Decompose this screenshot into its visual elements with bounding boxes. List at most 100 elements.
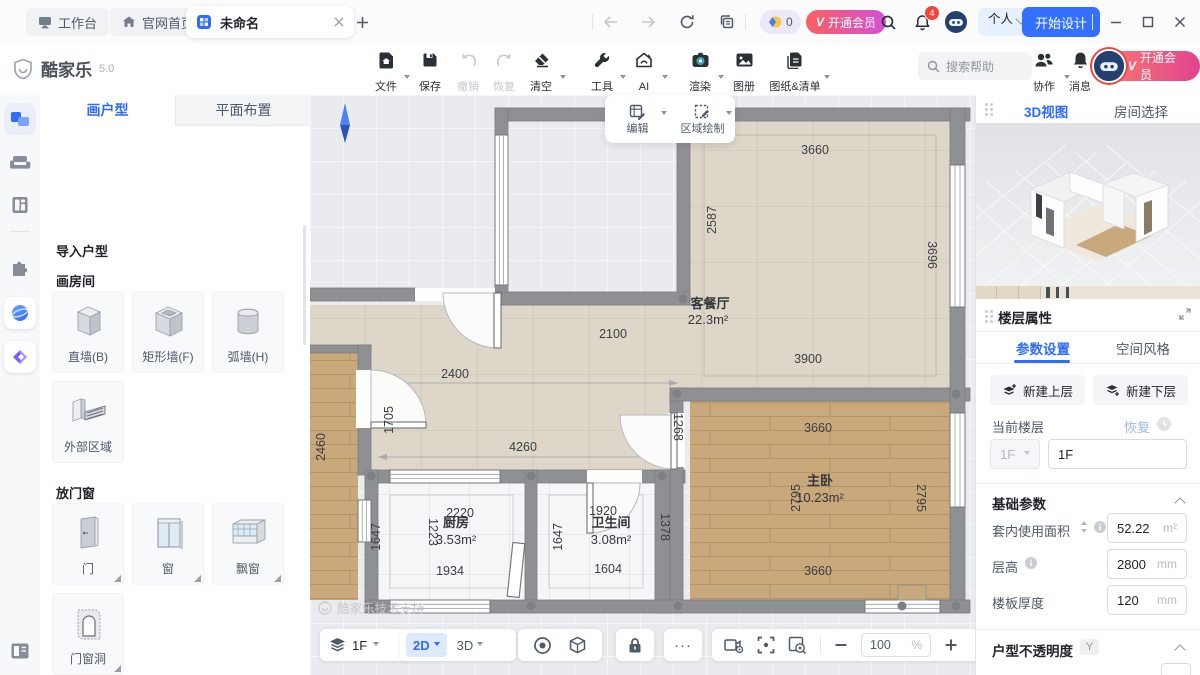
tool-card-outer-area[interactable]: 外部区域 xyxy=(52,381,124,463)
dim-label: 1268 xyxy=(671,413,685,441)
tool-card-opening[interactable]: 门窗洞 xyxy=(52,593,124,675)
room-label-living: 客餐厅 xyxy=(690,296,729,311)
floorplan-canvas[interactable]: 3660 2587 3696 3900 2100 2400 4260 2460 … xyxy=(310,95,975,675)
more-options-button[interactable]: ··· xyxy=(664,629,702,661)
tool-card-bay-window[interactable]: 飘窗 xyxy=(212,503,284,585)
rail-custom-cabinet-tool[interactable] xyxy=(4,189,36,221)
clear-button[interactable]: 清空 xyxy=(519,49,563,93)
refresh-icon[interactable] xyxy=(677,12,697,32)
zoom-level-input[interactable]: 100 % xyxy=(861,633,931,657)
close-tab-icon[interactable] xyxy=(334,17,344,27)
add-lower-floor-button[interactable]: 新建下层 xyxy=(1093,375,1188,405)
tool-card-window[interactable]: 窗 xyxy=(132,503,204,585)
drag-handle-icon[interactable] xyxy=(985,310,993,323)
sofa-icon xyxy=(9,153,31,173)
rail-furnish-tool[interactable] xyxy=(4,147,36,179)
user-avatar[interactable] xyxy=(1092,49,1126,83)
tool-card-straight-wall[interactable]: 直墙(B) xyxy=(52,291,124,373)
zoom-out-button[interactable] xyxy=(834,638,848,652)
render-button[interactable]: 渲染 xyxy=(678,49,722,93)
nav-forward-icon[interactable] xyxy=(638,12,658,32)
chevron-up-icon[interactable] xyxy=(1174,497,1185,508)
add-upper-floor-button[interactable]: 新建上层 xyxy=(990,375,1085,405)
edit-icon xyxy=(629,104,646,121)
mode-3d-button[interactable]: 3D xyxy=(457,638,484,653)
visibility-eye-button[interactable] xyxy=(533,636,552,655)
current-floor-label: 当前楼层 xyxy=(992,417,1044,436)
lock-button[interactable] xyxy=(616,629,654,661)
info-icon[interactable] xyxy=(1093,520,1107,534)
floor-height-input[interactable]: 2800 mm xyxy=(1107,549,1187,579)
minimize-button[interactable] xyxy=(1106,12,1126,32)
vip-member-label: 开通会员 xyxy=(1140,49,1188,83)
copy-page-icon[interactable] xyxy=(717,12,737,32)
search-icon[interactable] xyxy=(878,12,898,32)
section-import-floorplan[interactable]: 导入户型 xyxy=(56,241,108,260)
help-search-input[interactable]: 搜索帮助 xyxy=(918,52,1032,80)
drag-handle-icon[interactable] xyxy=(985,103,993,116)
blue-app-icon xyxy=(10,303,30,323)
floor-select-dropdown[interactable]: 1F xyxy=(990,439,1040,469)
tab-workbench[interactable]: 工作台 xyxy=(26,8,109,36)
history-clock-icon[interactable] xyxy=(1156,416,1172,432)
coin-balance[interactable]: 0 xyxy=(760,10,801,34)
mode-2d-button[interactable]: 2D xyxy=(406,633,447,657)
sort-updown-icon[interactable] xyxy=(1079,520,1089,534)
left-icon-rail xyxy=(0,95,41,675)
chevron-up-icon[interactable] xyxy=(1174,644,1185,655)
drawings-list-button[interactable]: 图纸&清单 xyxy=(762,49,828,93)
new-tab-button[interactable] xyxy=(352,12,372,32)
rail-app-purple[interactable] xyxy=(4,341,36,373)
nav-back-icon[interactable] xyxy=(601,12,621,32)
ai-menu-button[interactable]: AI xyxy=(622,49,666,93)
restore-link[interactable]: 恢复 xyxy=(1124,417,1150,436)
orbit-cube-button[interactable] xyxy=(568,636,587,655)
info-icon[interactable] xyxy=(1024,556,1038,570)
rail-panel-toggle[interactable] xyxy=(4,635,36,667)
tool-card-door[interactable]: 门 xyxy=(52,503,124,585)
tab-room-select[interactable]: 房间选择 xyxy=(1114,101,1168,121)
tab-3d-view[interactable]: 3D视图 xyxy=(1024,101,1068,121)
tool-card-arc-wall[interactable]: 弧墙(H) xyxy=(212,291,284,373)
tab-space-style[interactable]: 空间风格 xyxy=(1116,338,1170,358)
notification-bell-icon[interactable]: 4 xyxy=(912,12,932,32)
caret-icon xyxy=(661,111,667,118)
slab-thickness-input[interactable]: 120 mm xyxy=(1107,585,1187,615)
zoom-to-area-button[interactable] xyxy=(788,636,807,654)
tab-draw-floorplan[interactable]: 画户型 xyxy=(40,95,175,125)
profile-label: 个人 xyxy=(988,12,1013,26)
more-options-corner xyxy=(194,575,201,582)
floor-props-title: 楼层属性 xyxy=(998,307,1052,327)
close-button[interactable] xyxy=(1170,12,1190,32)
view-settings-button[interactable] xyxy=(724,637,744,654)
edit-mode-button[interactable]: 编辑 xyxy=(605,95,670,143)
tab-document-active[interactable]: 未命名 xyxy=(186,6,354,38)
region-draw-button[interactable]: 区域绘制 xyxy=(670,95,735,143)
panel-scrollbar[interactable] xyxy=(303,225,306,345)
expand-icon[interactable] xyxy=(1179,308,1191,320)
inner-area-input[interactable]: 52.22 m² xyxy=(1107,513,1187,543)
section-draw-room[interactable]: 画房间 xyxy=(56,271,95,290)
3d-preview-viewport[interactable] xyxy=(976,123,1200,286)
zoom-in-button[interactable] xyxy=(944,638,958,652)
assistant-avatar[interactable] xyxy=(944,10,968,34)
rail-app-blue[interactable] xyxy=(4,297,36,329)
center-focus-button[interactable] xyxy=(757,636,775,654)
start-design-button[interactable]: 开始设计 xyxy=(1022,7,1100,37)
album-icon xyxy=(735,51,754,69)
vip-upgrade-button[interactable]: V 开通会员 xyxy=(806,10,886,34)
dim-label: 1647 xyxy=(369,523,383,551)
rail-plugins[interactable] xyxy=(4,253,36,285)
rail-floorplan-tool[interactable] xyxy=(4,103,36,135)
file-menu-button[interactable]: 文件 xyxy=(364,49,408,93)
floor-switcher[interactable]: 1F xyxy=(320,629,408,661)
album-button[interactable]: 图册 xyxy=(722,49,766,93)
tools-menu-button[interactable]: 工具 xyxy=(580,49,624,93)
tab-plane-layout[interactable]: 平面布置 xyxy=(175,95,311,126)
maximize-button[interactable] xyxy=(1138,12,1158,32)
tool-card-rect-wall[interactable]: 矩形墙(F) xyxy=(132,291,204,373)
title-bar: 工作台 官网首页 未命名 0 V 开通会员 4 xyxy=(0,0,1200,45)
floor-name-input[interactable]: 1F xyxy=(1048,439,1187,469)
tab-param-settings[interactable]: 参数设置 xyxy=(1016,338,1070,358)
section-doors-windows[interactable]: 放门窗 xyxy=(56,483,95,502)
